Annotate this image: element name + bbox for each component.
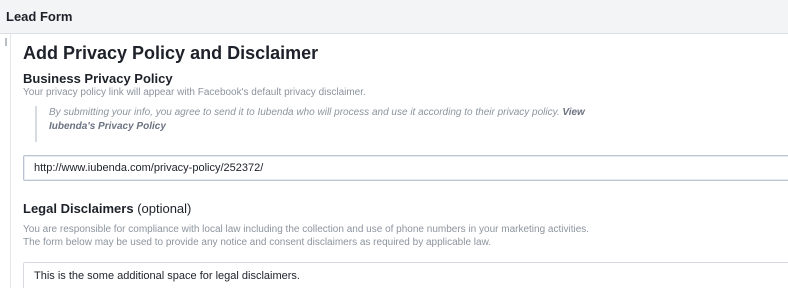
- section-title: Add Privacy Policy and Disclaimer: [23, 43, 319, 63]
- privacy-disclaimer-preview: By submitting your info, you agree to se…: [35, 106, 595, 142]
- optional-label: (optional): [137, 201, 192, 216]
- window-title: Lead Form: [6, 9, 73, 24]
- legal-disclaimers-label: Legal Disclaimers: [23, 201, 134, 216]
- privacy-policy-url-input[interactable]: [23, 155, 788, 181]
- business-privacy-title: Business Privacy Policy: [23, 71, 173, 86]
- business-privacy-description: Your privacy policy link will appear wit…: [23, 87, 366, 98]
- legal-disclaimers-title: Legal Disclaimers (optional): [23, 201, 191, 216]
- privacy-disclaimer-text: By submitting your info, you agree to se…: [49, 107, 560, 118]
- legal-disclaimers-description-line-1: You are responsible for compliance with …: [23, 224, 590, 235]
- left-edge-marker: [5, 38, 7, 46]
- legal-disclaimers-description-line-2: The form below may be used to provide an…: [23, 237, 492, 248]
- lead-form-window: Lead Form Add Privacy Policy and Disclai…: [0, 0, 788, 288]
- privacy-disclaimer-panel: Add Privacy Policy and Disclaimer Busine…: [10, 34, 788, 288]
- title-bar: Lead Form: [0, 0, 788, 34]
- legal-disclaimers-textarea[interactable]: This is the some additional space for le…: [23, 262, 788, 288]
